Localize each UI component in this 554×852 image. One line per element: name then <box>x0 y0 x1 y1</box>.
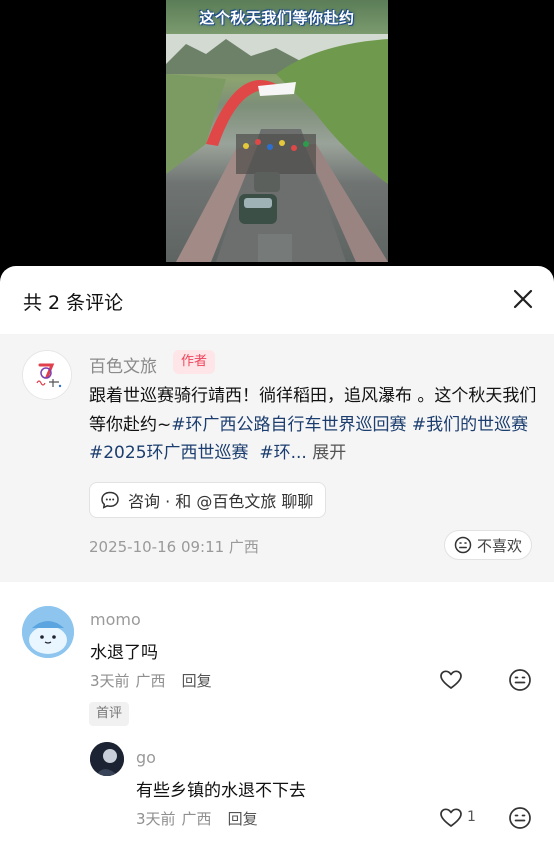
comment-time: 3天前 <box>136 810 176 828</box>
smile-face-icon[interactable] <box>508 806 532 830</box>
user-avatar[interactable] <box>90 742 124 776</box>
photo-avatar-icon <box>90 742 124 776</box>
comment-username[interactable]: go <box>136 748 156 767</box>
reply-button[interactable]: 回复 <box>228 808 258 829</box>
comment-sheet: 共 2 条评论 百色文旅 作者 跟着世巡赛骑行靖西！徜徉稻田，追风瀑布 。这个秋… <box>0 266 554 852</box>
video-caption: 这个秋天我们等你赴约 <box>166 0 388 34</box>
video-player[interactable]: 这个秋天我们等你赴约 <box>0 0 554 280</box>
heart-icon[interactable] <box>439 806 463 830</box>
comment-text: 有些乡镇的水退不下去 <box>136 781 306 801</box>
reply-item: go 有些乡镇的水退不下去 3天前 广西 回复 1 <box>0 266 554 852</box>
race-scene-image <box>166 34 388 262</box>
video-frame[interactable]: 这个秋天我们等你赴约 <box>166 0 388 262</box>
comment-region: 广西 <box>181 810 212 828</box>
comment-meta: 3天前 广西 回复 <box>136 808 258 829</box>
like-count: 1 <box>467 809 476 825</box>
